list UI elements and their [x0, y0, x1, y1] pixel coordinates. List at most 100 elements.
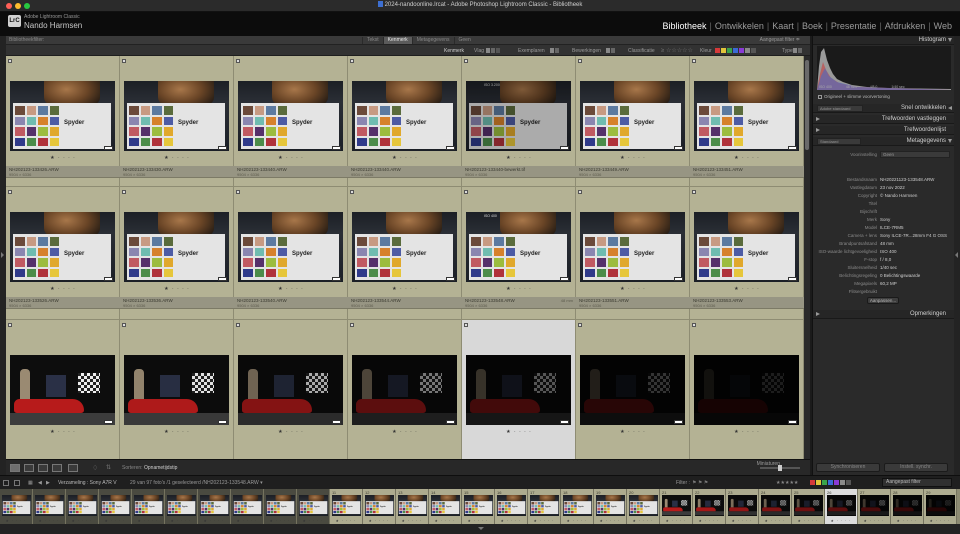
edited-badge-icon[interactable] [104, 277, 113, 281]
flag-checkbox-icon[interactable] [350, 190, 354, 194]
collapse-icon[interactable] [948, 139, 952, 143]
filmstrip-cell[interactable]: 11 Spyder ★ · · · · [330, 489, 363, 524]
edited-badge-icon[interactable] [674, 146, 683, 150]
grid-cell[interactable]: Spyder ★ · · · · NH202123-133440.ARW 9504 ×… [348, 56, 462, 187]
filmstrip-thumbnail[interactable] [827, 495, 856, 516]
filmstrip-thumbnail[interactable] [728, 495, 757, 516]
filmstrip-cell[interactable]: 16 Spyder ★ · · · · [495, 489, 528, 524]
grid-cell[interactable]: Spyder ★ · · · · NH202123-133551.ARW 9504 ×… [576, 187, 690, 320]
flag-checkbox-icon[interactable] [464, 59, 468, 63]
smart-preview-checkbox[interactable] [818, 95, 822, 99]
module-web[interactable]: Web [934, 21, 952, 31]
edited-badge-icon[interactable] [674, 420, 683, 424]
filmstrip-thumbnail[interactable] [695, 495, 724, 516]
filmstrip-cell[interactable]: Spyder ★ · · · · [297, 489, 330, 524]
keyword-list-header[interactable]: Trefwoordenlijst [813, 126, 954, 135]
filmstrip-cell[interactable]: 22 ★ · · · · [693, 489, 726, 524]
edited-badge-icon[interactable] [218, 420, 227, 424]
filmstrip-thumbnail[interactable]: Spyder [68, 495, 97, 516]
photo-thumbnail[interactable] [580, 355, 685, 425]
filmstrip-thumbnail[interactable]: Spyder [497, 495, 526, 516]
filter-tab-metagegevens[interactable]: Metagegevens [411, 37, 454, 44]
star-rating[interactable]: ★ · · · · [690, 429, 804, 435]
filmstrip-thumbnail[interactable]: Spyder [2, 495, 31, 516]
filter-tab-tekst[interactable]: Tekst [362, 37, 383, 44]
expand-icon[interactable] [816, 117, 820, 121]
filmstrip-rating-filter[interactable]: ★★★★★ [776, 480, 798, 486]
grid-cell[interactable]: Spyder ★ · · · · NH202123-133426.ARW 9504 ×… [6, 56, 120, 187]
flag-checkbox-icon[interactable] [578, 59, 582, 63]
metadata-value[interactable]: 1/40 sec [880, 264, 897, 271]
filmstrip-thumbnail[interactable]: Spyder [398, 495, 427, 516]
star-rating[interactable]: ★ · · · · [120, 429, 234, 435]
module-afdrukken[interactable]: Afdrukken [885, 21, 926, 31]
module-bibliotheek[interactable]: Bibliotheek [662, 21, 706, 31]
filmstrip-cell[interactable]: Spyder ★ · · · · [231, 489, 264, 524]
file-type-filter[interactable] [793, 48, 803, 54]
flag-checkbox-icon[interactable] [464, 190, 468, 194]
photo-thumbnail[interactable]: Spyder [238, 81, 343, 151]
filmstrip-thumbnail[interactable]: Spyder [299, 495, 328, 516]
collapse-icon[interactable] [948, 38, 952, 42]
filmstrip-thumbnail[interactable]: Spyder [200, 495, 229, 516]
expand-icon[interactable] [816, 128, 820, 132]
filter-preset-dropdown[interactable]: Aangepast filter ≑ [760, 37, 800, 43]
metadata-value[interactable]: ILCE-7RM5 [880, 224, 904, 231]
edited-badge-icon[interactable] [788, 420, 797, 424]
filmstrip-cell[interactable]: 15 Spyder ★ · · · · [462, 489, 495, 524]
photo-thumbnail[interactable] [466, 355, 571, 425]
flag-checkbox-icon[interactable] [122, 323, 126, 327]
filmstrip-cell[interactable]: 26 ★ · · · · [825, 489, 858, 524]
edited-badge-icon[interactable] [446, 277, 455, 281]
quick-develop-preset[interactable]: Adobe standaard [817, 105, 863, 112]
filmstrip-cell[interactable]: Spyder ★ · · · · [264, 489, 297, 524]
filmstrip-thumbnail[interactable]: Spyder [134, 495, 163, 516]
customize-button[interactable]: Aanpassen... [867, 297, 899, 304]
right-panel-rail[interactable] [954, 36, 960, 482]
rating-filter-stars[interactable]: ≥ ☆☆☆☆☆ [661, 47, 693, 54]
grid-scroll-thumb[interactable] [805, 60, 809, 150]
photo-thumbnail[interactable] [238, 355, 343, 425]
filmstrip-thumbnail[interactable]: Spyder [35, 495, 64, 516]
star-rating[interactable]: ★ · · · · [462, 429, 576, 435]
flag-checkbox-icon[interactable] [8, 190, 12, 194]
filmstrip-cell[interactable]: 23 ★ · · · · [726, 489, 759, 524]
edited-badge-icon[interactable] [788, 146, 797, 150]
back-arrow-icon[interactable]: ◀ [38, 480, 42, 486]
library-grid-view[interactable]: Spyder ★ · · · · NH202123-133426.ARW 9504 ×… [6, 56, 804, 459]
metadata-view-dropdown[interactable]: Standaard [817, 138, 861, 145]
grid-cell[interactable]: ★ · · · · [6, 320, 120, 459]
star-rating[interactable]: ★ · · · · [348, 286, 462, 292]
filmstrip-cell[interactable]: Spyder ★ · · · · [33, 489, 66, 524]
edited-badge-icon[interactable] [332, 277, 341, 281]
flag-checkbox-icon[interactable] [692, 59, 696, 63]
grid-cell[interactable]: Spyder ★ · · · · NH202123-133544.ARW 9504 ×… [348, 187, 462, 320]
photo-thumbnail[interactable]: Spyder [10, 212, 115, 282]
photo-thumbnail[interactable]: Spyder [10, 81, 115, 151]
photo-thumbnail[interactable] [352, 355, 457, 425]
metadata-value[interactable]: 0 Belichtingswaarde [880, 272, 920, 279]
grid-cell[interactable]: ★ · · · · [348, 320, 462, 459]
photo-thumbnail[interactable]: Spyder [352, 212, 457, 282]
color-chip[interactable] [733, 48, 738, 53]
collapse-filmstrip-icon[interactable] [478, 527, 484, 530]
filmstrip-cell[interactable]: Spyder ★ · · · · [66, 489, 99, 524]
filmstrip-color-chip[interactable] [840, 480, 845, 485]
filmstrip-thumbnail[interactable]: Spyder [464, 495, 493, 516]
photo-thumbnail[interactable]: Spyder [238, 212, 343, 282]
filmstrip-thumbnail[interactable]: Spyder [629, 495, 658, 516]
grid-cell[interactable]: ★ · · · · [234, 320, 348, 459]
star-rating[interactable]: ★ · · · · [6, 155, 120, 161]
photo-thumbnail[interactable]: Spyder [580, 212, 685, 282]
metadata-value[interactable]: 60,2 MP [880, 280, 897, 287]
grid-shortcut-icon[interactable]: ▦ [28, 480, 33, 486]
filmstrip-cell[interactable]: 19 Spyder ★ · · · · [594, 489, 627, 524]
filmstrip-cell[interactable]: 21 ★ · · · · [660, 489, 693, 524]
photo-thumbnail[interactable]: Spyder [694, 212, 799, 282]
grid-scrollbar[interactable] [804, 56, 810, 459]
keywording-header[interactable]: Trefwoorden vastleggen [813, 115, 954, 124]
edited-badge-icon[interactable] [560, 420, 569, 424]
grid-view-icon[interactable] [10, 464, 20, 472]
flag-checkbox-icon[interactable] [350, 59, 354, 63]
grid-cell[interactable]: Spyder ★ · · · · NH202123-133540.ARW 9504 ×… [234, 187, 348, 320]
